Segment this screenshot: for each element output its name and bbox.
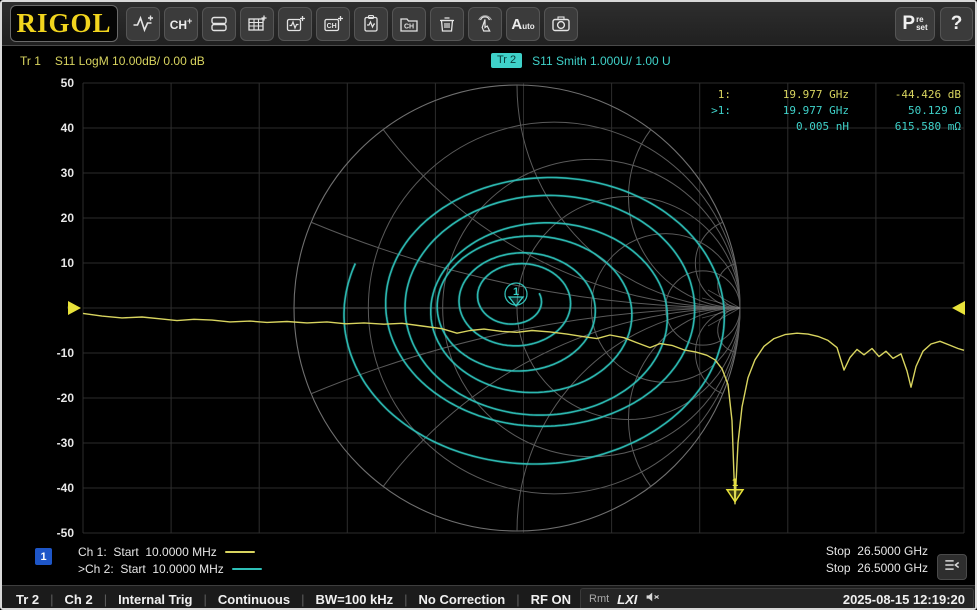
svg-text:10: 10 (61, 256, 75, 270)
status-active-channel[interactable]: Ch 2 (65, 592, 93, 607)
trace1-color-swatch (225, 551, 255, 553)
trace2-info[interactable]: Tr 2 S11 Smith 1.000U/ 1.00 U (491, 53, 671, 68)
svg-text:-50: -50 (57, 526, 75, 540)
status-bar: Tr 2 | Ch 2 | Internal Trig | Continuous… (2, 585, 977, 610)
stop1-label: Stop 26.5000 GHz (826, 543, 928, 560)
marker-row: 0.005 nH 615.580 mΩ (697, 119, 961, 135)
channel-info: Ch 1: Start 10.0000 MHz >Ch 2: Start 10.… (78, 543, 262, 577)
vna-screen: RIGOL CH+ CH CH Auto (0, 0, 977, 610)
datetime-display: 2025-08-15 12:19:20 (843, 592, 965, 607)
status-correction[interactable]: No Correction (419, 592, 506, 607)
status-right-panel: Rmt LXI 2025-08-15 12:19:20 (580, 588, 974, 610)
svg-text:40: 40 (61, 121, 75, 135)
trace2-detail: S11 Smith 1.000U/ 1.00 U (532, 54, 671, 68)
window-number-badge: 1 (35, 548, 52, 565)
channel2-label: >Ch 2: Start 10.0000 MHz (78, 562, 224, 576)
lxi-indicator: LXI (617, 592, 637, 607)
stop2-label: Stop 26.5000 GHz (826, 560, 928, 577)
svg-text:50: 50 (61, 76, 75, 90)
speaker-muted-icon[interactable] (645, 590, 661, 609)
stop-frequencies: Stop 26.5000 GHz Stop 26.5000 GHz (826, 543, 928, 577)
svg-text:1: 1 (513, 286, 519, 298)
svg-text:-40: -40 (57, 481, 75, 495)
collapse-menu-button[interactable] (937, 554, 967, 580)
trace2-color-swatch (232, 568, 262, 570)
trace2-active-badge: Tr 2 (491, 53, 522, 68)
svg-text:1: 1 (732, 477, 738, 489)
menu-collapse-icon (941, 555, 963, 580)
status-active-trace[interactable]: Tr 2 (16, 592, 39, 607)
status-items: Tr 2 | Ch 2 | Internal Trig | Continuous… (16, 586, 571, 610)
marker-row: >1: 19.977 GHz 50.129 Ω (697, 103, 961, 119)
svg-text:-20: -20 (57, 391, 75, 405)
svg-text:20: 20 (61, 211, 75, 225)
trace1-detail: S11 LogM 10.00dB/ 0.00 dB (55, 54, 205, 68)
channel1-label: Ch 1: Start 10.0000 MHz (78, 545, 217, 559)
svg-text:-30: -30 (57, 436, 75, 450)
svg-text:30: 30 (61, 166, 75, 180)
status-bandwidth[interactable]: BW=100 kHz (315, 592, 393, 607)
status-trigger[interactable]: Internal Trig (118, 592, 192, 607)
svg-text:-10: -10 (57, 346, 75, 360)
remote-indicator: Rmt (589, 593, 609, 605)
marker-readout: 1: 19.977 GHz -44.426 dB >1: 19.977 GHz … (697, 87, 961, 135)
marker-row: 1: 19.977 GHz -44.426 dB (697, 87, 961, 103)
trace1-info[interactable]: Tr 1 S11 LogM 10.00dB/ 0.00 dB (20, 54, 205, 68)
channel-row-1: Ch 1: Start 10.0000 MHz (78, 543, 262, 560)
trace1-label: Tr 1 (20, 54, 41, 68)
channel-row-2: >Ch 2: Start 10.0000 MHz (78, 560, 262, 577)
status-rf[interactable]: RF ON (531, 592, 571, 607)
status-sweep-mode[interactable]: Continuous (218, 592, 290, 607)
